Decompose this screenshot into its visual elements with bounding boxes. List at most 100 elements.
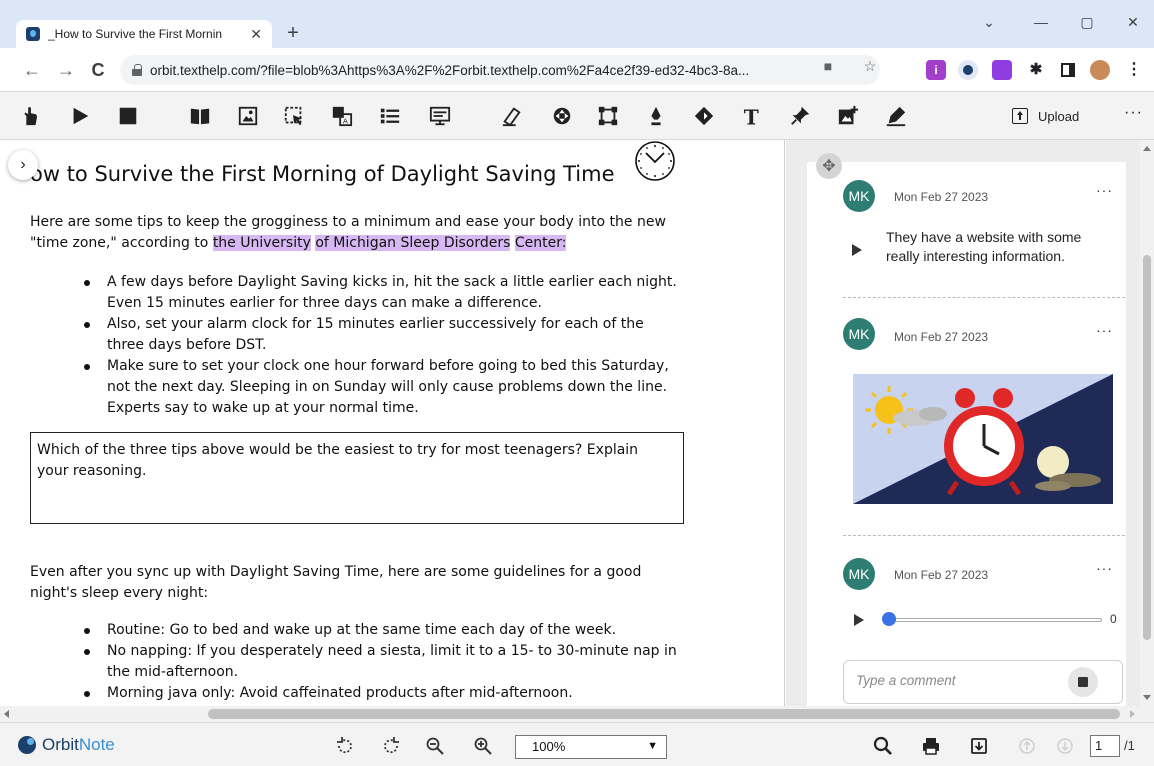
maximize-button[interactable]: ▢ <box>1064 10 1110 34</box>
presentation-icon[interactable] <box>428 104 452 128</box>
zoom-value: 100% <box>532 739 566 754</box>
highlighted-text[interactable]: the University <box>212 235 311 251</box>
upload-button[interactable]: Upload <box>1012 102 1079 130</box>
highlighter-icon[interactable] <box>500 104 524 128</box>
browser-menu-icon[interactable]: ⋮ <box>1124 60 1144 80</box>
stop-icon[interactable] <box>116 104 140 128</box>
send-comment-button[interactable] <box>1068 667 1098 697</box>
question-line: your reasoning. <box>37 463 147 479</box>
star-icon[interactable]: ☆ <box>860 56 880 76</box>
comment-more-icon[interactable]: ··· <box>1096 322 1113 338</box>
screen-selection-icon[interactable] <box>282 104 306 128</box>
highlighted-text[interactable]: Center: <box>514 235 567 251</box>
vertical-scrollbar[interactable] <box>1140 140 1154 706</box>
sun-moon-alarm-clock-image[interactable] <box>853 374 1113 504</box>
reload-icon[interactable]: C <box>88 60 108 80</box>
play-icon[interactable] <box>68 104 92 128</box>
scroll-down-arrow-icon[interactable] <box>1143 695 1151 700</box>
translate-icon[interactable]: A <box>330 104 354 128</box>
comment-more-icon[interactable]: ··· <box>1096 182 1113 198</box>
intro-line: "time zone," according to the University… <box>30 233 666 254</box>
scrollbar-thumb[interactable] <box>1143 255 1151 640</box>
play-audio-icon[interactable] <box>854 614 864 626</box>
side-panel-icon[interactable] <box>1058 60 1078 80</box>
comment-divider <box>843 535 1125 536</box>
page-number-input[interactable]: 1 <box>1090 735 1120 757</box>
document-pane: › ow to Survive the First Morning of Day… <box>0 140 785 706</box>
comment-more-icon[interactable]: ··· <box>1096 560 1113 576</box>
zoom-level-select[interactable]: 100% ▼ <box>515 735 667 759</box>
horizontal-scrollbar[interactable] <box>0 706 1154 722</box>
scroll-up-arrow-icon[interactable] <box>1143 146 1151 151</box>
tab-title: _How to Survive the First Mornin <box>48 27 223 41</box>
select-box-icon[interactable] <box>596 104 620 128</box>
rotate-right-icon[interactable] <box>380 735 402 757</box>
audio-progress-knob[interactable] <box>882 612 896 626</box>
extensions-puzzle-icon[interactable]: ✱ <box>1026 60 1046 80</box>
list-item: No napping: If you desperately need a si… <box>84 641 677 683</box>
extension-purple-icon[interactable] <box>992 60 1012 80</box>
orbitnote-logo: Orbit Note <box>18 735 115 755</box>
pen-icon[interactable] <box>644 104 668 128</box>
extension-iw-icon[interactable]: i <box>926 60 946 80</box>
scroll-right-arrow-icon[interactable] <box>1130 710 1135 718</box>
document-title: ow to Survive the First Morning of Dayli… <box>30 162 615 186</box>
audio-count: 0 <box>1110 612 1117 626</box>
highlighted-text[interactable]: of Michigan Sleep Disorders <box>315 235 511 251</box>
zoom-out-icon[interactable] <box>424 735 446 757</box>
intro-line: Here are some tips to keep the groggines… <box>30 214 666 230</box>
picture-dictionary-icon[interactable] <box>236 104 260 128</box>
move-handle-icon[interactable]: ✥ <box>816 153 842 179</box>
share-icon[interactable] <box>834 56 854 76</box>
minimize-button[interactable]: — <box>1018 10 1064 34</box>
chevron-down-icon: ▼ <box>647 740 658 752</box>
url-omnibox[interactable]: orbit.texthelp.com/?file=blob%3Ahttps%3A… <box>120 55 880 85</box>
expand-panel-chevron-icon[interactable]: › <box>8 150 38 180</box>
dictionary-book-icon[interactable] <box>188 104 212 128</box>
extension-orbit-icon[interactable] <box>958 60 978 80</box>
more-options-icon[interactable]: ··· <box>1124 104 1143 122</box>
list-item: A few days before Daylight Saving kicks … <box>84 272 677 314</box>
pin-icon[interactable] <box>788 104 812 128</box>
close-tab-icon[interactable]: ✕ <box>250 26 262 43</box>
text-tool-icon[interactable]: T <box>740 104 764 128</box>
hover-speech-hand-icon[interactable] <box>18 104 42 128</box>
audio-progress-track[interactable] <box>888 618 1102 622</box>
orbitnote-toolbar: A T Upload ··· <box>0 92 1154 140</box>
svg-text:T: T <box>744 105 759 127</box>
print-icon[interactable] <box>920 735 942 757</box>
scrollbar-thumb[interactable] <box>208 709 1120 719</box>
address-bar-row: ← → C orbit.texthelp.com/?file=blob%3Aht… <box>0 48 1154 92</box>
rotate-left-icon[interactable] <box>334 735 356 757</box>
list-item: Also, set your alarm clock for 15 minute… <box>84 314 677 356</box>
previous-page-icon[interactable] <box>1016 735 1038 757</box>
play-comment-icon[interactable] <box>852 244 862 256</box>
comment-text: They have a website with some really int… <box>886 229 1082 264</box>
shape-move-icon[interactable] <box>550 104 574 128</box>
profile-avatar[interactable] <box>1090 60 1110 80</box>
download-icon[interactable] <box>968 735 990 757</box>
tab-search-chevron-icon[interactable]: ⌄ <box>966 10 1012 34</box>
guidelines-line: Even after you sync up with Daylight Sav… <box>30 564 642 580</box>
clock-icon <box>635 141 675 181</box>
browser-tab[interactable]: _How to Survive the First Mornin ✕ <box>16 20 272 48</box>
insert-image-icon[interactable] <box>836 104 860 128</box>
signature-pen-icon[interactable] <box>884 104 908 128</box>
zoom-in-icon[interactable] <box>472 735 494 757</box>
logo-text-prefix: Orbit <box>42 735 79 754</box>
comment-date: Mon Feb 27 2023 <box>894 330 989 344</box>
back-arrow-icon[interactable]: ← <box>22 60 42 80</box>
list-item: Make sure to set your clock one hour for… <box>84 356 677 419</box>
question-textbox[interactable]: Which of the three tips above would be t… <box>30 432 684 524</box>
list-icon[interactable] <box>378 104 402 128</box>
forward-arrow-icon[interactable]: → <box>56 60 76 80</box>
next-page-icon[interactable] <box>1054 735 1076 757</box>
tips-list: A few days before Daylight Saving kicks … <box>84 272 677 419</box>
avatar: MK <box>843 558 875 590</box>
search-icon[interactable] <box>872 735 894 757</box>
eraser-icon[interactable] <box>692 104 716 128</box>
new-tab-button[interactable]: + <box>280 20 306 46</box>
scroll-left-arrow-icon[interactable] <box>4 710 9 718</box>
logo-text-suffix: Note <box>78 735 115 754</box>
close-window-button[interactable]: ✕ <box>1110 10 1154 34</box>
